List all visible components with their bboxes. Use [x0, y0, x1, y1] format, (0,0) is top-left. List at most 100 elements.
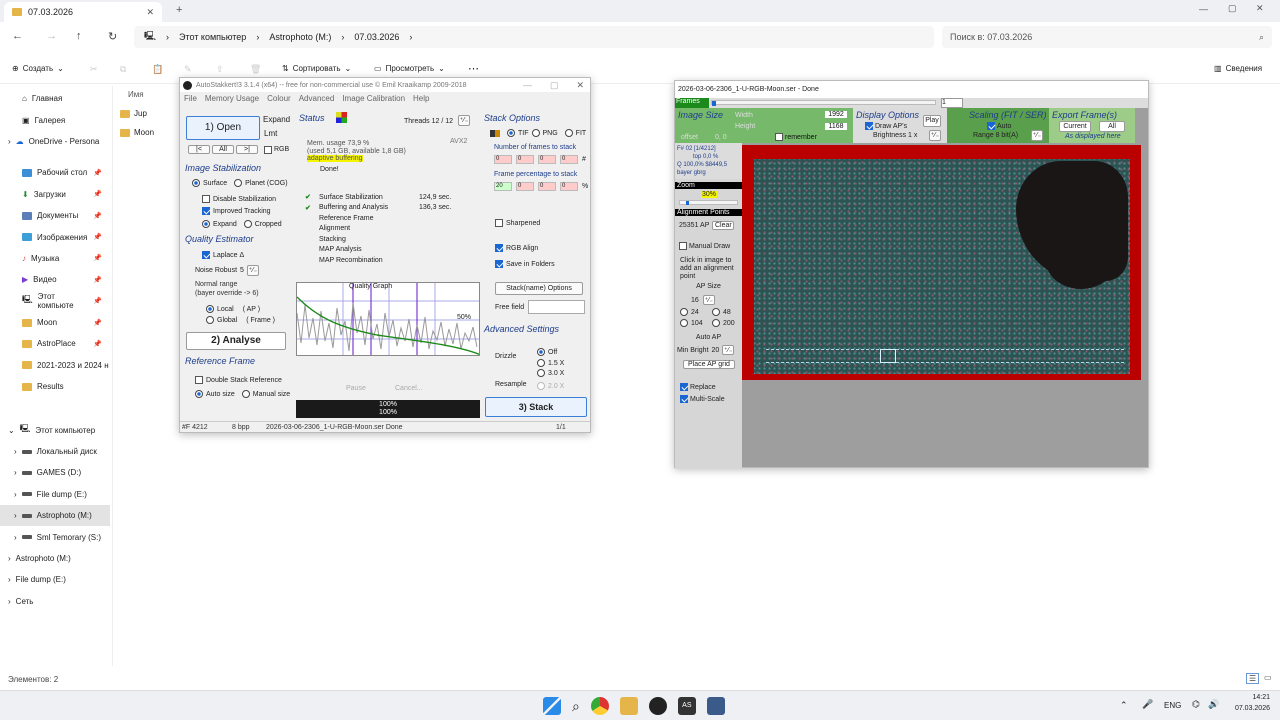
copy-icon[interactable]: ⧉	[120, 64, 126, 75]
improved-tracking-checkbox[interactable]	[202, 207, 210, 215]
size-104-radio[interactable]	[680, 319, 688, 327]
minimize-icon[interactable]: —	[1199, 4, 1208, 14]
local-radio[interactable]	[206, 305, 214, 313]
sidebar-item-pictures[interactable]: Изображения 📌	[0, 226, 110, 247]
network-icon[interactable]: ⌬	[1192, 699, 1200, 710]
percent-toggle-icon[interactable]: ⁺⁄₋	[246, 265, 259, 276]
size-48-radio[interactable]	[712, 308, 720, 316]
file-explorer-icon[interactable]	[619, 697, 638, 715]
sidebar-item-drive-selected[interactable]: › Astrophoto (M:)	[0, 505, 110, 527]
sidebar-item-network-drive[interactable]: › File dump (E:)	[0, 569, 110, 590]
cancel-button[interactable]: Cancel...	[395, 385, 423, 392]
free-field-input[interactable]	[528, 300, 585, 314]
play-button[interactable]: Play	[923, 115, 941, 127]
clock-time[interactable]: 14:21	[1224, 694, 1270, 701]
sharpened-checkbox[interactable]	[495, 219, 503, 227]
frame-number[interactable]: 1	[941, 98, 963, 108]
create-button[interactable]: ⊕ Создать ⌄	[12, 64, 64, 73]
rename-icon[interactable]: ✎	[184, 64, 192, 75]
frames-input[interactable]: 0	[516, 155, 534, 164]
file-row[interactable]: Moon	[120, 128, 154, 137]
laplace-checkbox[interactable]	[202, 251, 210, 259]
lmt-label[interactable]: Lmt	[264, 129, 277, 138]
sidebar-item-onedrive[interactable]: › ☁ OneDrive - Persona	[0, 131, 110, 152]
minimize-icon[interactable]: —	[523, 80, 532, 90]
multiscale-row[interactable]: Multi-Scale	[675, 395, 742, 403]
open-button[interactable]: 1) Open	[186, 116, 260, 140]
rgb-align-checkbox[interactable]	[495, 244, 503, 252]
new-tab-icon[interactable]: +	[176, 4, 182, 16]
share-icon[interactable]: ⇪	[216, 64, 224, 75]
file-row[interactable]: Jup	[120, 109, 147, 118]
forward-icon[interactable]: →	[46, 30, 57, 42]
slider-thumb[interactable]	[712, 101, 716, 106]
color-mode-icon[interactable]	[336, 112, 347, 123]
export-all-button[interactable]: All	[1099, 121, 1125, 132]
pause-button[interactable]: Pause	[346, 385, 366, 392]
sidebar-item-moon[interactable]: Moon 📌	[0, 312, 110, 333]
analyse-button[interactable]: 2) Analyse	[186, 332, 286, 350]
close-icon[interactable]: ✕	[576, 80, 584, 91]
volume-icon[interactable]: 🔊	[1208, 699, 1219, 710]
fit-radio[interactable]	[564, 129, 573, 137]
sidebar-item-videos[interactable]: ▶ Видео 📌	[0, 269, 110, 290]
export-current-button[interactable]: Current	[1059, 121, 1091, 132]
global-row[interactable]: Global ( Frame )	[206, 316, 275, 324]
frames-input[interactable]: 0	[560, 155, 578, 164]
rgb-checkbox[interactable]	[264, 145, 272, 154]
frames-input[interactable]: 0	[538, 155, 556, 164]
frame-slider[interactable]	[711, 100, 936, 106]
microphone-icon[interactable]: 🎤	[1142, 699, 1153, 710]
breadcrumb-item[interactable]: Этот компьютер	[179, 32, 246, 42]
refresh-icon[interactable]: ↻	[108, 30, 117, 43]
sidebar-item-this-pc[interactable]: 🖳 Этот компьюте 📌	[0, 291, 110, 312]
up-icon[interactable]: ↑	[76, 30, 82, 42]
sidebar-item-this-pc-tree[interactable]: ⌄ 🖳 Этот компьютер	[0, 419, 110, 440]
language-indicator[interactable]: ENG	[1164, 701, 1181, 710]
range-toggle-icon[interactable]: ⁺⁄₋	[1031, 130, 1043, 141]
image-frame[interactable]	[742, 145, 1141, 380]
sidebar-item-results[interactable]: Results	[0, 376, 110, 397]
noise-robust-value[interactable]: 5	[240, 267, 244, 274]
replace-row[interactable]: Replace	[675, 383, 742, 391]
sharpened-row[interactable]: Sharpened	[495, 219, 540, 227]
details-button[interactable]: ▥ Сведения	[1214, 64, 1262, 73]
resample-radio[interactable]	[537, 382, 545, 390]
ap-size-value[interactable]: 16	[691, 297, 699, 304]
manual-draw-checkbox[interactable]	[679, 242, 687, 250]
menu-calibration[interactable]: Image Calibration	[342, 94, 405, 103]
stack-button[interactable]: 3) Stack	[485, 397, 587, 417]
brightness-toggle-icon[interactable]: ⁺⁄₋	[929, 130, 941, 141]
paste-icon[interactable]: 📋	[152, 64, 163, 75]
sidebar-item-drive[interactable]: › Sml Temorary (S:)	[0, 526, 110, 547]
auto-scaling-row[interactable]: Auto	[987, 122, 1011, 130]
last-frame-button[interactable]: >|	[236, 145, 258, 154]
disable-stab-checkbox[interactable]	[202, 195, 210, 203]
surface-radio[interactable]	[192, 179, 200, 187]
rgb-align-row[interactable]: RGB Align	[495, 244, 538, 252]
tab-current[interactable]: 07.03.2026 ✕	[4, 2, 162, 22]
sidebar-item-2021[interactable]: 2021-2023 и 2024 н	[0, 355, 110, 376]
draw-aps-row[interactable]: Draw AP's	[865, 122, 907, 130]
sidebar-item-documents[interactable]: Документы 📌	[0, 205, 110, 226]
width-input[interactable]: 1992	[825, 111, 847, 118]
improved-tracking-row[interactable]: Improved Tracking	[202, 207, 271, 215]
sidebar-item-home[interactable]: ⌂ Главная	[0, 88, 110, 109]
auto-size-radio[interactable]	[195, 390, 203, 398]
frames-input[interactable]: 0	[494, 155, 512, 164]
close-tab-icon[interactable]: ✕	[146, 7, 154, 18]
delete-icon[interactable]: 🗑	[250, 64, 261, 75]
tiles-view-icon[interactable]: ▭	[1264, 673, 1272, 682]
save-folders-checkbox[interactable]	[495, 260, 503, 268]
remember-row[interactable]: remember	[775, 133, 817, 141]
tif-radio[interactable]	[507, 129, 515, 137]
menu-file[interactable]: File	[184, 94, 197, 103]
min-bright-value[interactable]: 20	[712, 347, 720, 354]
autostakkert-icon[interactable]: AS	[677, 697, 696, 715]
percent-input[interactable]: 0	[538, 182, 556, 191]
menu-colour[interactable]: Colour	[267, 94, 291, 103]
clear-button[interactable]: Clear	[712, 221, 735, 230]
auto-scaling-checkbox[interactable]	[987, 122, 995, 130]
sidebar-item-music[interactable]: ♪ Музыка 📌	[0, 248, 110, 269]
sidebar-item-astroplace[interactable]: AstroPlace 📌	[0, 333, 110, 354]
